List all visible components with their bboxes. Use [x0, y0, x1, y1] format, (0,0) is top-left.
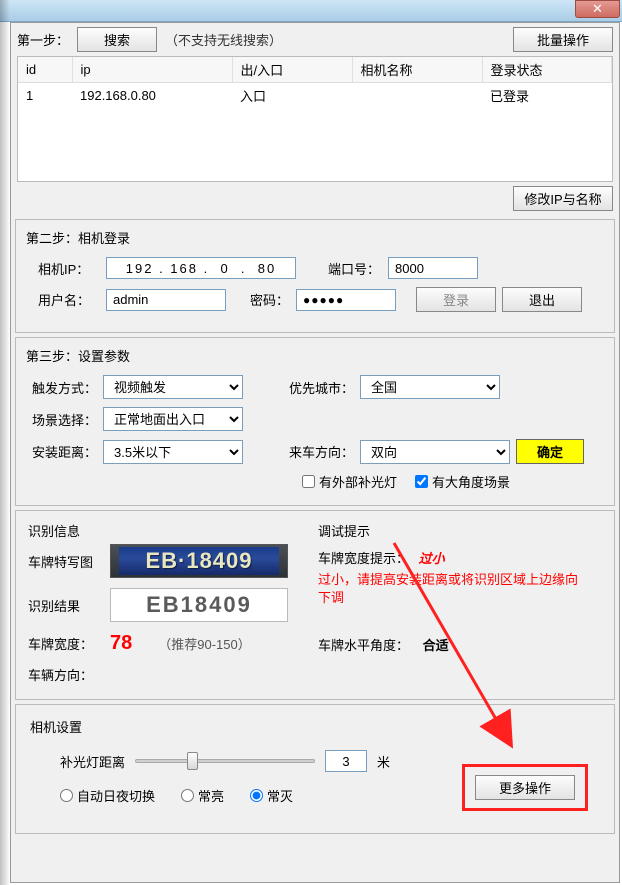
width-hint-para: 过小，请提高安装距离或将识别区域上边缘向下调	[318, 571, 588, 607]
camera-settings-panel: 相机设置 补光灯距离 米 自动日夜切换 常亮 常灭	[15, 704, 615, 834]
modify-ip-button[interactable]: 修改IP与名称	[513, 186, 613, 211]
search-note: （不支持无线搜索）	[165, 30, 282, 49]
plate-img-label: 车牌特写图	[28, 552, 100, 571]
plate-image: EB·18409	[110, 544, 288, 578]
plate-width-hint: （推荐90-150）	[158, 634, 250, 653]
recognition-panel: 识别信息 车牌特写图 EB·18409 识别结果 EB18409 车牌宽度： 7…	[15, 510, 615, 700]
port-input[interactable]	[388, 257, 478, 279]
step1-label: 第一步：	[17, 30, 69, 49]
camera-ip-input[interactable]	[106, 257, 296, 279]
result-label: 识别结果	[28, 596, 100, 615]
password-input[interactable]	[296, 289, 396, 311]
unit-m: 米	[377, 752, 390, 771]
col-name: 相机名称	[352, 57, 482, 83]
camera-settings-title: 相机设置	[30, 717, 600, 736]
trigger-select[interactable]: 视频触发	[103, 375, 243, 399]
more-ops-highlight: 更多操作	[462, 764, 588, 811]
width-hint-value: 过小	[419, 551, 445, 566]
username-input[interactable]	[106, 289, 226, 311]
light-distance-slider[interactable]	[135, 750, 315, 772]
mode-auto-radio[interactable]: 自动日夜切换	[60, 786, 155, 805]
port-label: 端口号：	[328, 259, 382, 278]
distance-select[interactable]: 3.5米以下	[103, 440, 243, 464]
vehicle-direction-label: 车辆方向：	[28, 665, 93, 684]
direction-select[interactable]: 双向	[360, 440, 510, 464]
distance-label: 安装距离：	[32, 442, 97, 461]
direction-label: 来车方向：	[289, 442, 354, 461]
login-button[interactable]: 登录	[416, 287, 496, 312]
step2-panel: 第二步：相机登录 相机IP： 端口号： 用户名： 密码： 登录 退出	[15, 219, 615, 333]
city-select[interactable]: 全国	[360, 375, 500, 399]
plate-result: EB18409	[110, 588, 288, 622]
mode-off-radio[interactable]: 常灭	[250, 786, 293, 805]
plate-width-label: 车牌宽度：	[28, 634, 100, 653]
col-status: 登录状态	[482, 57, 612, 83]
debug-title: 调试提示	[318, 521, 588, 540]
angle-label: 车牌水平角度：	[318, 638, 409, 653]
trigger-label: 触发方式：	[32, 378, 97, 397]
username-label: 用户名：	[38, 290, 100, 309]
step3-title: 第三步：设置参数	[26, 346, 604, 365]
main-panel: 第一步： 搜索 （不支持无线搜索） 批量操作 id ip 出/入口 相机名称 登…	[10, 22, 620, 883]
logout-button[interactable]: 退出	[502, 287, 582, 312]
scene-label: 场景选择：	[32, 410, 97, 429]
step2-title: 第二步：相机登录	[26, 228, 604, 247]
large-angle-checkbox[interactable]: 有大角度场景	[415, 472, 510, 491]
scene-select[interactable]: 正常地面出入口	[103, 407, 243, 431]
col-gate: 出/入口	[232, 57, 352, 83]
light-distance-label: 补光灯距离	[60, 752, 125, 771]
search-button[interactable]: 搜索	[77, 27, 157, 52]
mode-on-radio[interactable]: 常亮	[181, 786, 224, 805]
window-titlebar: ✕	[0, 0, 622, 22]
batch-button[interactable]: 批量操作	[513, 27, 613, 52]
external-light-checkbox[interactable]: 有外部补光灯	[302, 472, 397, 491]
city-label: 优先城市：	[289, 378, 354, 397]
angle-value: 合适	[423, 638, 449, 653]
col-id: id	[18, 57, 72, 83]
recognition-title: 识别信息	[28, 521, 318, 540]
camera-table: id ip 出/入口 相机名称 登录状态 1 192.168.0.80 入口 已…	[17, 56, 613, 182]
confirm-button[interactable]: 确定	[516, 439, 584, 464]
plate-width-value: 78	[110, 632, 132, 655]
step3-panel: 第三步：设置参数 触发方式： 视频触发 优先城市： 全国 场景选择： 正常地面出…	[15, 337, 615, 506]
close-icon[interactable]: ✕	[575, 0, 620, 18]
width-hint-label: 车牌宽度提示：	[318, 551, 409, 566]
table-row[interactable]: 1 192.168.0.80 入口 已登录	[18, 83, 612, 109]
col-ip: ip	[72, 57, 232, 83]
light-distance-input[interactable]	[325, 750, 367, 772]
more-ops-button[interactable]: 更多操作	[475, 775, 575, 800]
password-label: 密码：	[250, 290, 290, 309]
camera-ip-label: 相机IP：	[38, 259, 100, 278]
